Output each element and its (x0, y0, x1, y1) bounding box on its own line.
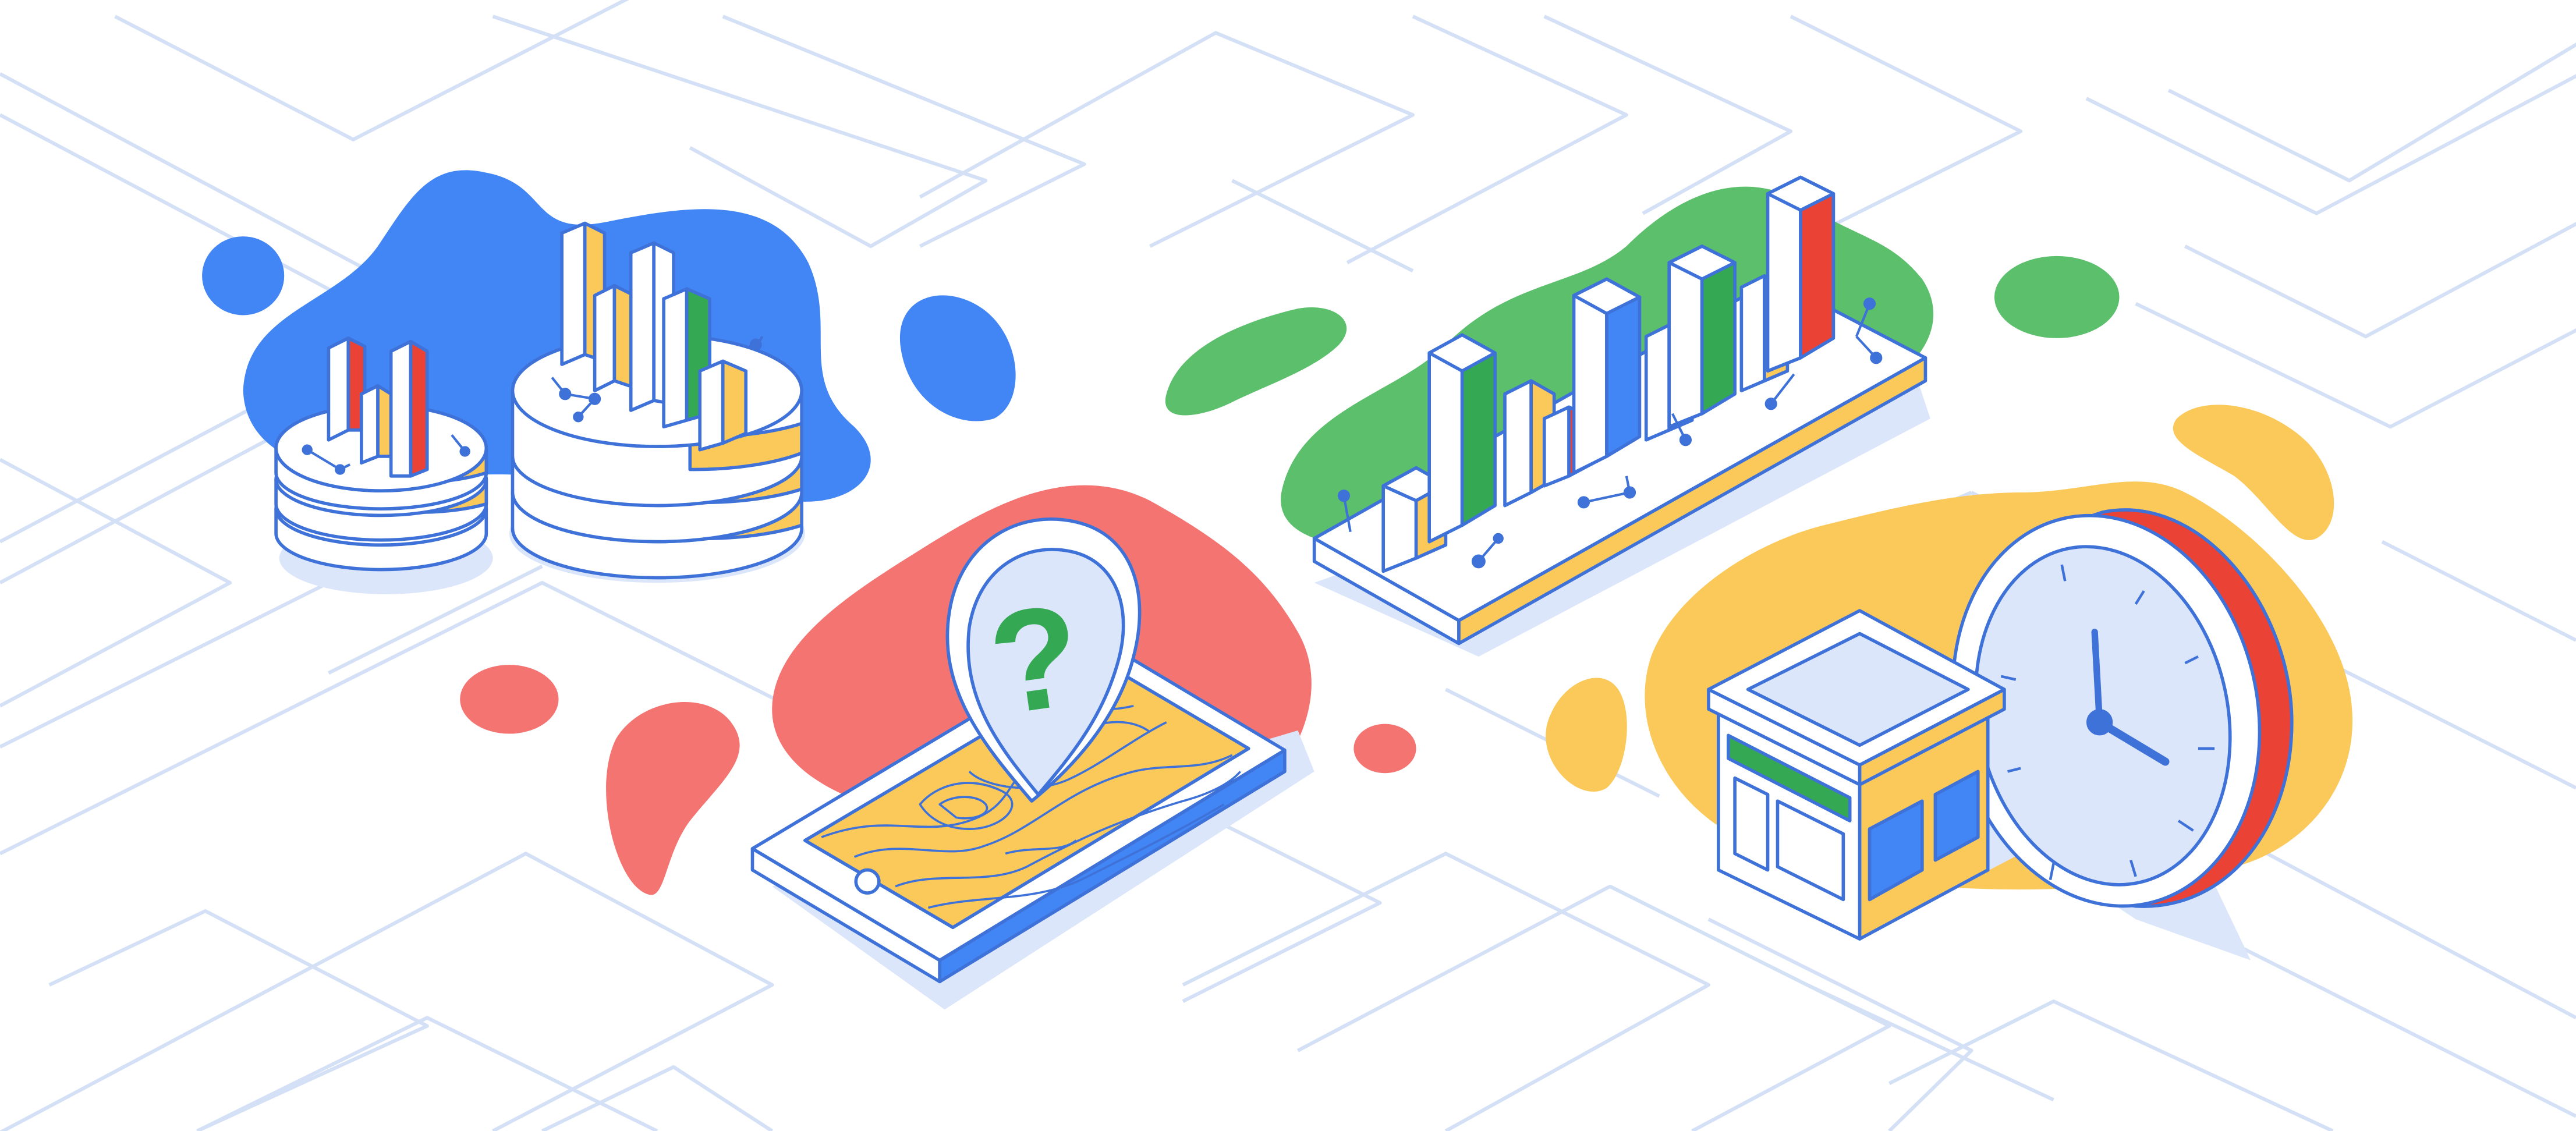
yellow-blob-left (1546, 678, 1627, 792)
illustration-banner: ? (0, 0, 2576, 1131)
red-blob-drop (606, 702, 740, 895)
phone-home-button (854, 868, 881, 895)
green-blob-left (1165, 307, 1347, 416)
blue-blob-right (899, 295, 1016, 421)
clock-center (2086, 709, 2113, 736)
store-door (1733, 776, 1770, 872)
red-blob-dot (1353, 724, 1416, 774)
red-blob-small-left (460, 665, 559, 734)
green-blob-right (1994, 256, 2120, 338)
isometric-scene: ? (0, 0, 2576, 1131)
blue-blob-small-left (202, 236, 285, 315)
